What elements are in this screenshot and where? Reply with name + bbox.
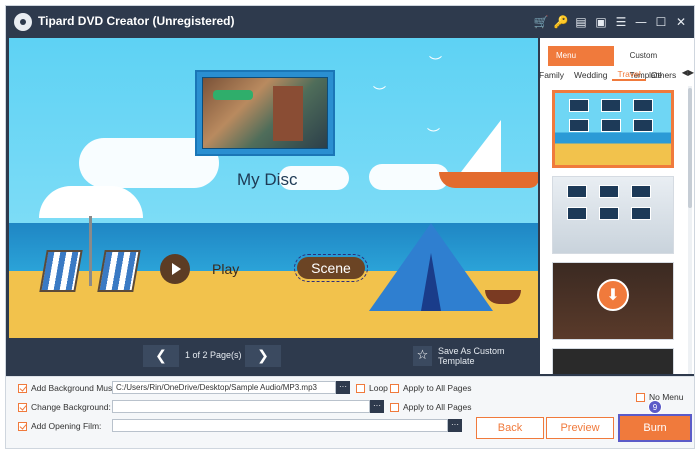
- opening-film-option: Add Opening Film:: [18, 419, 101, 433]
- template-mini-frame: [631, 207, 651, 220]
- template-tabs: Menu Template Custom Template: [548, 46, 694, 80]
- background-music-browse-button[interactable]: ···: [336, 381, 350, 394]
- template-list: ⬇: [540, 86, 694, 374]
- opening-film-checkbox[interactable]: [18, 421, 27, 431]
- download-icon[interactable]: ⬇: [597, 279, 629, 311]
- save-custom-template-button[interactable]: ☆ Save As Custom Template: [413, 345, 538, 367]
- template-thumbnail[interactable]: [552, 90, 674, 168]
- loop-option: Loop: [356, 381, 388, 395]
- background-music-path-field[interactable]: C:/Users/Rin/OneDrive/Desktop/Sample Aud…: [112, 381, 336, 394]
- loop-label: Loop: [369, 383, 388, 393]
- seagull-icon: ︶: [429, 56, 443, 71]
- category-scroll-arrows-icon[interactable]: ◀▶: [679, 68, 694, 77]
- background-music-option: Add Background Music:: [18, 381, 121, 395]
- seagull-icon: ︶: [427, 128, 441, 143]
- category-wedding[interactable]: Wedding: [569, 70, 612, 80]
- disc-thumbnail-frame[interactable]: [195, 70, 335, 156]
- apply-all-background-option: Apply to All Pages: [390, 400, 472, 414]
- category-others[interactable]: Others: [646, 70, 682, 80]
- opening-film-label: Add Opening Film:: [31, 421, 102, 431]
- change-background-checkbox[interactable]: [18, 402, 27, 412]
- tab-custom-template[interactable]: Custom Template: [622, 46, 694, 80]
- template-scrollbar-thumb[interactable]: [688, 88, 692, 208]
- apply-all-music-option: Apply to All Pages: [390, 381, 472, 395]
- minimize-icon[interactable]: —: [632, 12, 650, 32]
- apply-all-music-label: Apply to All Pages: [403, 383, 472, 393]
- key-icon[interactable]: 🔑: [552, 12, 570, 32]
- template-mini-frame: [601, 119, 621, 132]
- title-bar: Tipard DVD Creator (Unregistered) 🛒 🔑 ▤ …: [6, 6, 694, 38]
- page-indicator: 1 of 2 Page(s): [185, 350, 242, 360]
- preview-button[interactable]: Preview: [546, 417, 614, 439]
- loop-checkbox[interactable]: [356, 383, 365, 393]
- template-mini-frame: [569, 99, 589, 112]
- template-mini-frame: [569, 119, 589, 132]
- change-background-path-field[interactable]: [112, 400, 370, 413]
- chat-icon[interactable]: ▣: [592, 12, 610, 32]
- preview-navigation-bar: ❮ 1 of 2 Page(s) ❯ ☆ Save As Custom Temp…: [9, 338, 538, 374]
- sailboat-sail: [461, 120, 501, 172]
- back-button[interactable]: Back: [476, 417, 544, 439]
- template-thumbnail[interactable]: [552, 348, 674, 374]
- document-icon[interactable]: ▤: [572, 12, 590, 32]
- sailboat-hull: [439, 172, 538, 188]
- template-mini-frame: [601, 99, 621, 112]
- apply-all-background-label: Apply to All Pages: [403, 402, 472, 412]
- umbrella-pole: [89, 216, 92, 286]
- notification-badge: 9: [648, 400, 662, 414]
- apply-all-music-checkbox[interactable]: [390, 383, 399, 393]
- next-page-button[interactable]: ❯: [245, 345, 281, 367]
- change-background-option: Change Background:: [18, 400, 111, 414]
- template-mini-frame: [567, 207, 587, 220]
- cart-icon[interactable]: 🛒: [532, 12, 550, 32]
- tent-door: [421, 253, 441, 311]
- app-window: Tipard DVD Creator (Unregistered) 🛒 🔑 ▤ …: [5, 5, 695, 449]
- change-background-browse-button[interactable]: ···: [370, 400, 384, 413]
- app-title: Tipard DVD Creator (Unregistered): [38, 14, 235, 28]
- apply-all-background-checkbox[interactable]: [390, 402, 399, 412]
- template-category-row: Family Wedding Travel Others ◀▶: [540, 68, 694, 82]
- title-bar-icons: 🛒 🔑 ▤ ▣ ☰ — ☐ ✕: [532, 12, 690, 32]
- template-mini-frame: [599, 207, 619, 220]
- play-button[interactable]: [160, 254, 190, 284]
- template-mini-frame: [567, 185, 587, 198]
- category-family[interactable]: Family: [540, 70, 569, 80]
- cloud-shape: [369, 164, 449, 190]
- template-panel: Menu Template Custom Template Family Wed…: [540, 38, 694, 374]
- no-menu-checkbox[interactable]: [636, 392, 645, 402]
- menu-preview: ︶ ︶ ︶ My Disc Play Scene: [9, 38, 538, 338]
- maximize-icon[interactable]: ☐: [652, 12, 670, 32]
- beach-chair: [97, 250, 141, 292]
- burn-button[interactable]: Burn: [618, 414, 692, 442]
- close-icon[interactable]: ✕: [672, 12, 690, 32]
- menu-icon[interactable]: ☰: [612, 12, 630, 32]
- category-travel[interactable]: Travel: [612, 69, 646, 81]
- opening-film-path-field[interactable]: [112, 419, 448, 432]
- play-label[interactable]: Play: [212, 261, 239, 277]
- opening-film-browse-button[interactable]: ···: [448, 419, 462, 432]
- template-thumbnail[interactable]: [552, 176, 674, 254]
- star-icon: ☆: [413, 346, 432, 366]
- app-logo-icon: [14, 13, 32, 31]
- disc-thumbnail-image: [202, 77, 328, 149]
- template-mini-frame: [631, 185, 651, 198]
- change-background-label: Change Background:: [31, 402, 111, 412]
- template-mini-frame: [633, 99, 653, 112]
- beach-umbrella: [39, 186, 143, 218]
- template-mini-frame: [599, 185, 619, 198]
- template-mini-frame: [633, 119, 653, 132]
- template-thumbnail-download[interactable]: ⬇: [552, 262, 674, 340]
- disc-title-text[interactable]: My Disc: [237, 170, 297, 190]
- tab-menu-template[interactable]: Menu Template: [548, 46, 614, 80]
- prev-page-button[interactable]: ❮: [143, 345, 179, 367]
- seagull-icon: ︶: [373, 86, 387, 101]
- save-custom-template-label: Save As Custom Template: [437, 346, 505, 366]
- scene-button[interactable]: Scene: [294, 254, 368, 282]
- background-music-label: Add Background Music:: [31, 383, 121, 393]
- background-music-checkbox[interactable]: [18, 383, 27, 393]
- beach-chair: [39, 250, 83, 292]
